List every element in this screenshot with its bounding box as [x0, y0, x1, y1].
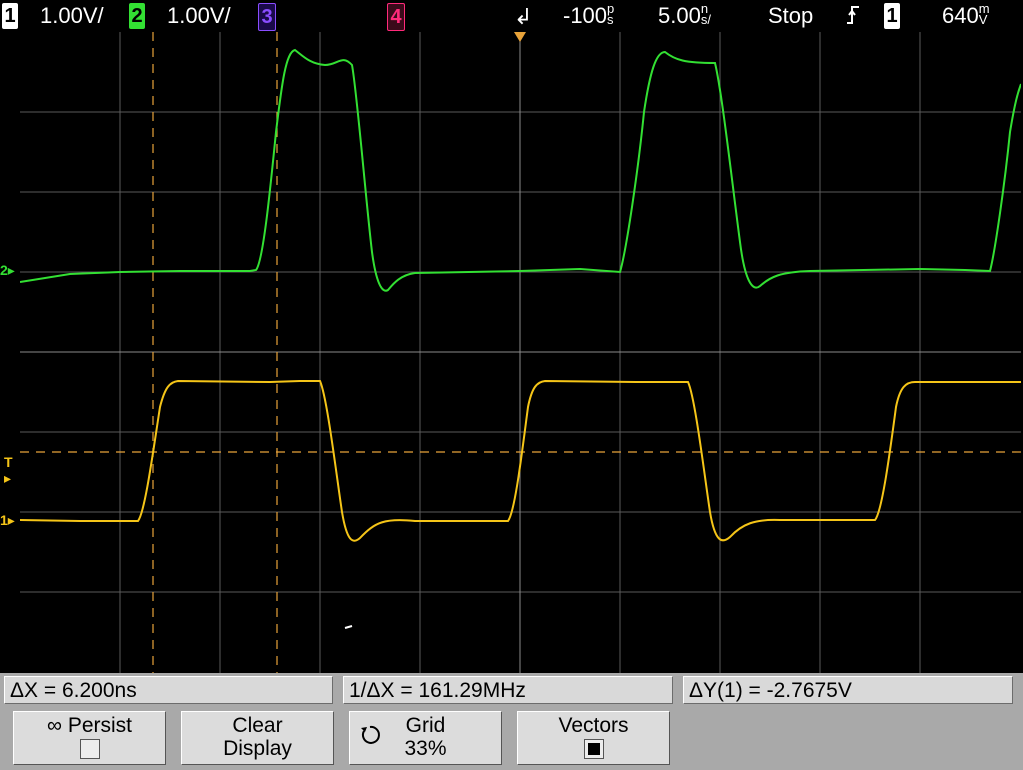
- grid-softkey[interactable]: Grid 33%: [349, 711, 502, 765]
- trigger-source-indicator[interactable]: 1: [884, 3, 900, 29]
- waveform-display[interactable]: [20, 32, 1021, 673]
- rising-edge-icon: [845, 3, 861, 33]
- trigger-marker-label: T: [4, 454, 13, 470]
- channel-2-scale[interactable]: 1.00V/: [167, 3, 231, 29]
- delay-value: -100: [563, 3, 608, 28]
- trigger-level-marker[interactable]: T ▸: [4, 454, 13, 487]
- status-bar: 1 1.00V/ 2 1.00V/ 3 4 ↲ -100p s 5.00n s/…: [0, 0, 1023, 32]
- channel-1-indicator[interactable]: 1: [2, 3, 18, 29]
- channel-2-ground-marker[interactable]: 2▸: [0, 262, 15, 279]
- channel-1-label: 1: [4, 5, 16, 27]
- display-label: Display: [223, 737, 292, 760]
- timebase-readout[interactable]: 5.00n s/: [658, 1, 711, 29]
- infinity-icon: ∞: [46, 714, 62, 737]
- center-axes: [20, 32, 1021, 673]
- vectors-softkey[interactable]: Vectors: [517, 711, 670, 765]
- graticule: [20, 32, 1021, 673]
- channel-2-marker-label: 2: [0, 262, 8, 278]
- persist-label: Persist: [67, 714, 132, 737]
- trigger-level-unit: m V: [978, 1, 990, 27]
- delta-x-readout: ΔX = 6.200ns: [4, 676, 333, 704]
- trigger-level-value: 640: [942, 3, 979, 28]
- delta-y-readout: ΔY(1) = -2.7675V: [683, 676, 1013, 704]
- inverse-delta-x-readout: 1/ΔX = 161.29MHz: [343, 676, 673, 704]
- channel-4-indicator[interactable]: 4: [387, 3, 405, 31]
- channel-2-label: 2: [131, 5, 143, 27]
- timebase-unit: n s/: [700, 1, 711, 27]
- clear-display-softkey[interactable]: Clear Display: [181, 711, 334, 765]
- channel-4-label: 4: [390, 6, 402, 28]
- persist-checkbox[interactable]: [79, 739, 100, 760]
- vectors-label: Vectors: [558, 714, 629, 737]
- delay-unit: p s: [607, 1, 615, 27]
- trigger-position-icon: ↲: [514, 4, 533, 29]
- trigger-level-readout[interactable]: 640m V: [942, 1, 990, 29]
- channel-3-label: 3: [261, 6, 273, 28]
- bottom-panel: ΔX = 6.200ns 1/ΔX = 161.29MHz ΔY(1) = -2…: [0, 673, 1023, 770]
- channel-3-indicator[interactable]: 3: [258, 3, 276, 31]
- trigger-source-label: 1: [886, 5, 898, 27]
- channel-2-indicator[interactable]: 2: [129, 3, 145, 29]
- trigger-position-marker: [514, 32, 526, 42]
- channel-1-marker-label: 1: [0, 512, 8, 528]
- delay-readout[interactable]: -100p s: [563, 1, 615, 29]
- vectors-checkbox[interactable]: [583, 739, 604, 760]
- channel-1-ground-marker[interactable]: 1▸: [0, 512, 15, 529]
- persist-softkey[interactable]: ∞ Persist: [13, 711, 166, 765]
- stray-mark: [344, 625, 353, 629]
- clear-label: Clear: [232, 714, 283, 737]
- run-state[interactable]: Stop: [768, 3, 813, 29]
- channel-1-scale[interactable]: 1.00V/: [40, 3, 104, 29]
- rotate-knob-icon: [358, 723, 382, 752]
- timebase-value: 5.00: [658, 3, 701, 28]
